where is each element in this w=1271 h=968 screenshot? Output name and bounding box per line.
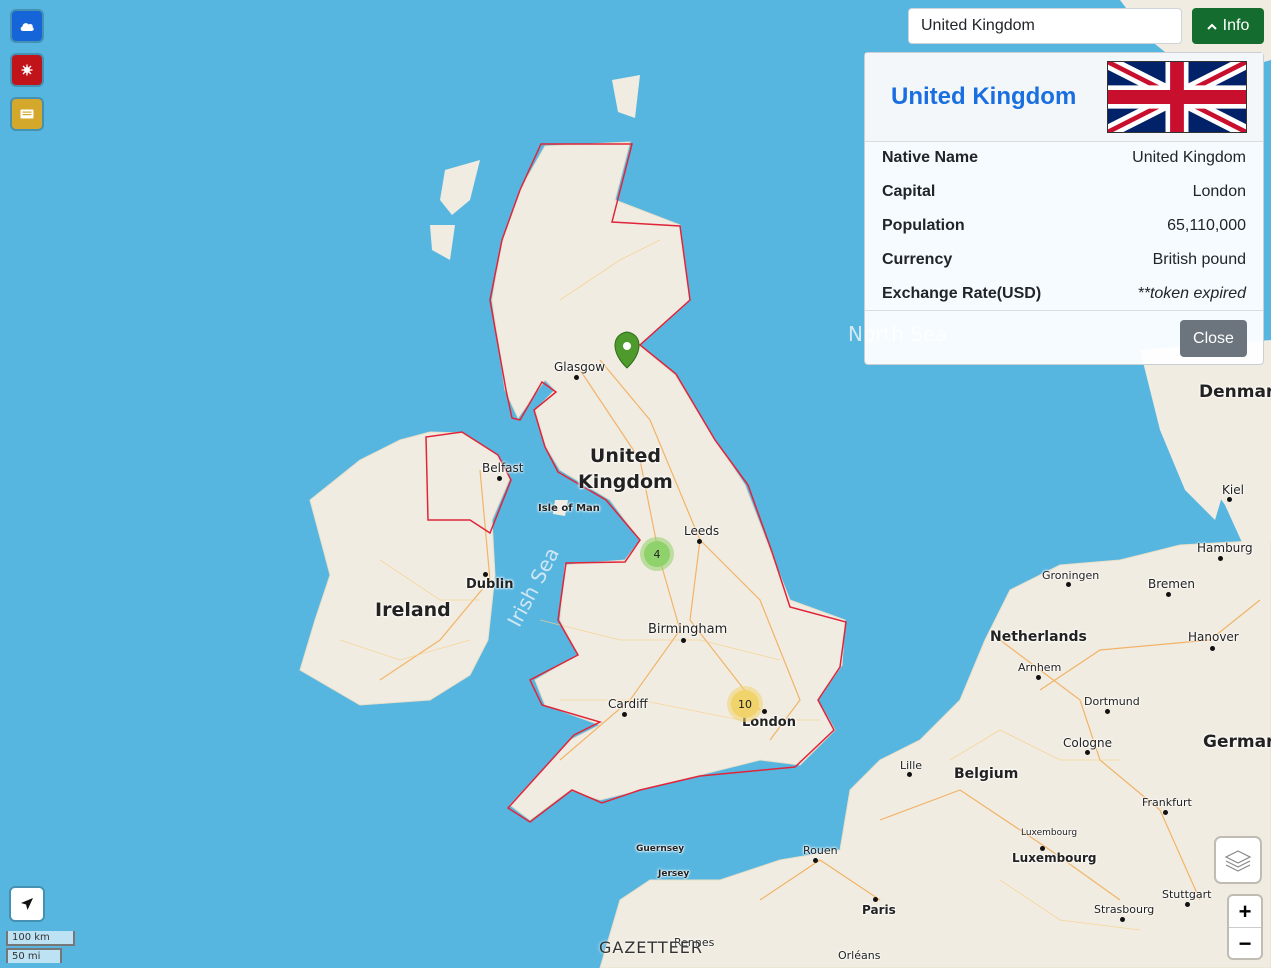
label-leeds: Leeds <box>684 524 720 538</box>
info-row-native-name: Native Name United Kingdom <box>882 141 1246 175</box>
label-isle-of-man: Isle of Man <box>538 503 600 514</box>
covid-button[interactable] <box>12 55 42 85</box>
label-arnhem: Arnhem <box>1018 661 1062 674</box>
label-germany: Germar <box>1203 732 1271 752</box>
label-birmingham: Birmingham <box>648 622 728 637</box>
label-netherlands: Netherlands <box>990 629 1087 645</box>
label-uk: United Kingdom <box>578 445 673 493</box>
info-key: Native Name <box>882 149 979 166</box>
weather-button[interactable] <box>12 11 42 41</box>
label-luxembourg-region: Luxembourg <box>1021 828 1078 838</box>
label-belfast: Belfast <box>482 461 524 475</box>
label-jersey: Jersey <box>658 869 690 879</box>
info-value: 65,110,000 <box>1167 217 1246 234</box>
label-dortmund: Dortmund <box>1084 695 1140 708</box>
country-search-input[interactable] <box>908 8 1182 44</box>
info-button-label: Info <box>1222 17 1250 34</box>
scale-bar-mi: 50 mi <box>6 948 62 963</box>
label-kiel: Kiel <box>1222 483 1244 497</box>
label-orleans: Orléans <box>838 949 881 962</box>
layers-icon <box>1224 850 1252 872</box>
panel-header: United Kingdom <box>865 53 1263 142</box>
virus-icon <box>21 64 33 76</box>
info-value: London <box>1192 183 1246 200</box>
news-icon <box>20 109 34 119</box>
label-guernsey: Guernsey <box>636 844 685 854</box>
info-key: Exchange Rate(USD) <box>882 285 1042 302</box>
info-row-currency: Currency British pound <box>882 243 1246 277</box>
label-cardiff: Cardiff <box>608 697 648 711</box>
label-cologne: Cologne <box>1063 736 1113 750</box>
label-lille: Lille <box>900 759 923 772</box>
label-belgium: Belgium <box>954 766 1019 782</box>
label-hanover: Hanover <box>1188 630 1239 644</box>
news-button[interactable] <box>12 99 42 129</box>
zoom-in-button[interactable]: + <box>1229 896 1261 928</box>
location-arrow-icon <box>21 898 33 910</box>
info-row-capital: Capital London <box>882 175 1246 209</box>
label-stuttgart: Stuttgart <box>1162 888 1212 901</box>
label-denmark: Denmar <box>1199 382 1271 402</box>
label-frankfurt: Frankfurt <box>1142 796 1192 809</box>
cluster-count: 10 <box>738 697 752 711</box>
panel-footer: Close <box>865 310 1263 364</box>
info-row-exchange-rate: Exchange Rate(USD) **token expired <box>882 277 1246 311</box>
label-luxembourg: Luxembourg <box>1012 851 1097 865</box>
label-ireland: Ireland <box>375 599 451 621</box>
locate-button[interactable] <box>11 888 43 920</box>
cluster-inner: 4 <box>644 541 670 567</box>
label-glasgow: Glasgow <box>554 360 606 374</box>
close-button[interactable]: Close <box>1180 320 1247 357</box>
cluster-count: 4 <box>653 547 661 561</box>
uk-flag-icon <box>1107 61 1247 133</box>
info-key: Currency <box>882 251 953 268</box>
label-hamburg: Hamburg <box>1197 541 1253 555</box>
country-info-panel: United Kingdom Native Name United Kingdo… <box>864 52 1264 365</box>
layers-button[interactable] <box>1216 838 1260 882</box>
label-dublin: Dublin <box>466 577 514 592</box>
country-title: United Kingdom <box>891 83 1077 110</box>
info-button[interactable]: Info <box>1192 8 1264 44</box>
zoom-control: + − <box>1229 896 1261 958</box>
label-rouen: Rouen <box>803 844 838 857</box>
marker-cluster[interactable]: 4 <box>640 537 674 571</box>
app-watermark: GAZETTEER <box>599 938 704 957</box>
zoom-out-button[interactable]: − <box>1229 928 1261 959</box>
info-value: United Kingdom <box>1132 149 1246 166</box>
label-strasbourg: Strasbourg <box>1094 903 1155 916</box>
chevron-up-icon <box>1206 23 1217 30</box>
label-bremen: Bremen <box>1148 577 1195 591</box>
info-row-population: Population 65,110,000 <box>882 209 1246 243</box>
marker-cluster[interactable]: 10 <box>727 686 763 722</box>
info-value: British pound <box>1152 251 1246 268</box>
cloud-icon <box>20 23 34 31</box>
info-key: Population <box>882 217 965 234</box>
info-key: Capital <box>882 183 936 200</box>
cluster-inner: 10 <box>731 690 759 718</box>
label-groningen: Groningen <box>1042 569 1100 582</box>
scale-bar-km: 100 km <box>6 931 75 946</box>
label-paris: Paris <box>862 903 896 917</box>
info-value: **token expired <box>1137 285 1246 302</box>
